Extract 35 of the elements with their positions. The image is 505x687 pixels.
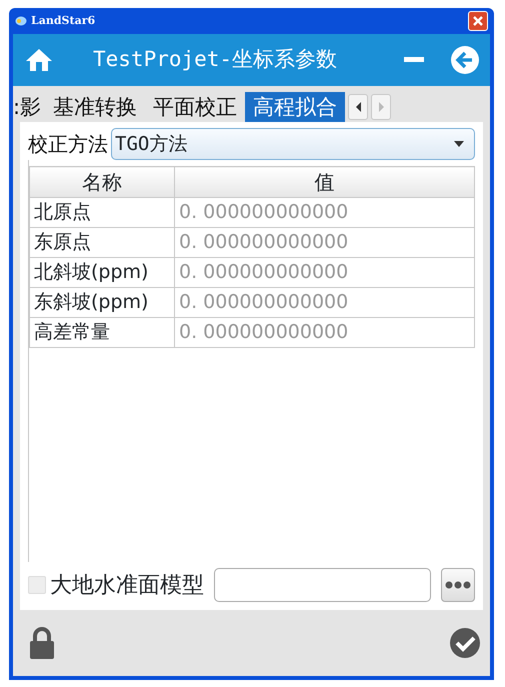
table-cell: 东斜坡(ppm) <box>30 288 174 318</box>
input-field[interactable] <box>214 568 431 602</box>
tab[interactable]: 平面校正 <box>145 92 246 122</box>
method-label: 校正方法 <box>28 131 108 158</box>
table-cell: 0. 000000000000 <box>174 258 474 288</box>
app-icon <box>15 16 27 26</box>
table-cell: 0. 000000000000 <box>174 318 474 348</box>
table-cell: 高差常量 <box>30 318 174 348</box>
close-button[interactable] <box>468 11 488 31</box>
home-icon[interactable] <box>25 47 53 73</box>
method-dropdown[interactable]: TGO方法 <box>111 128 475 160</box>
column-header: 值 <box>174 166 474 198</box>
column-header: 名称 <box>30 166 174 198</box>
minimize-icon[interactable] <box>404 57 424 63</box>
tab[interactable]: 基准转换 <box>45 92 146 122</box>
back-icon[interactable] <box>450 45 480 75</box>
caret-icon <box>454 141 464 147</box>
table-cell: 0. 000000000000 <box>174 288 474 318</box>
scroll-left-icon[interactable] <box>348 94 368 120</box>
tab[interactable]: 高程拟合 <box>245 92 346 122</box>
table-cell: 北斜坡(ppm) <box>30 258 174 288</box>
table-cell: 北原点 <box>30 198 174 228</box>
table-cell: 0. 000000000000 <box>174 198 474 228</box>
geoid-label: 大地水准面模型 <box>50 572 204 600</box>
table-cell: 0. 000000000000 <box>174 228 474 258</box>
more-button[interactable] <box>441 568 475 602</box>
check-icon[interactable] <box>450 628 480 658</box>
lock-icon[interactable] <box>29 627 55 659</box>
checkbox[interactable] <box>28 576 46 594</box>
page-title: TestProjet-坐标系参数 <box>93 46 338 74</box>
window-title: LandStar6 <box>31 12 96 29</box>
table-cell: 东原点 <box>30 228 174 258</box>
tab[interactable]: :影 <box>13 92 46 122</box>
close-icon <box>472 15 484 27</box>
dots-icon <box>445 581 471 589</box>
